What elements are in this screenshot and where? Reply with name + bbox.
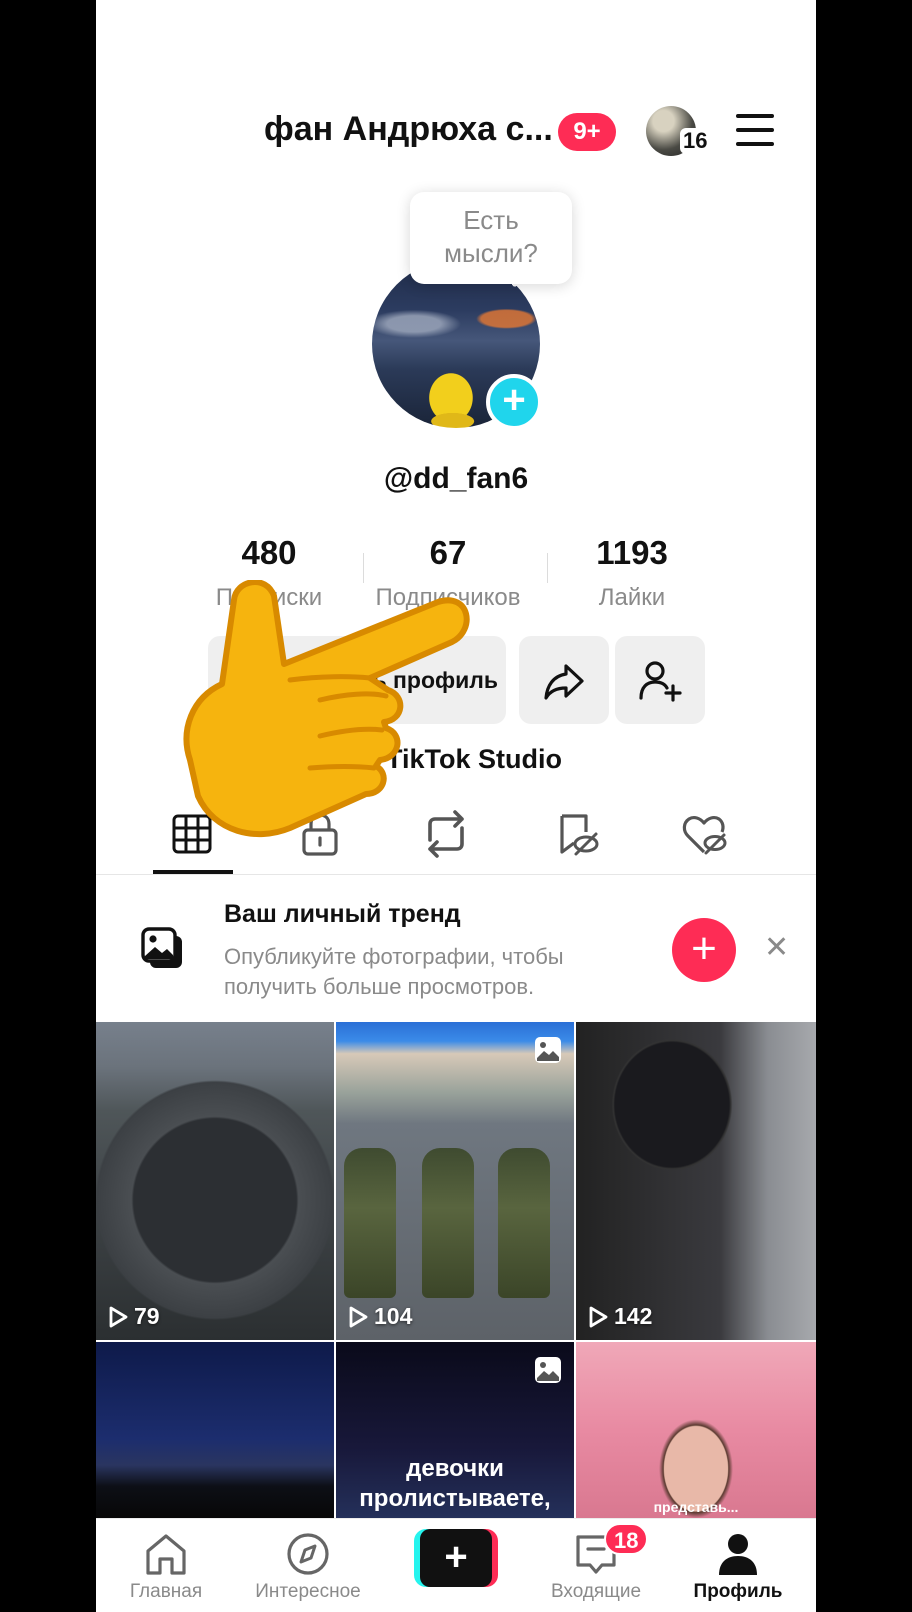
- soldier-figure: [422, 1148, 474, 1298]
- video-thumbnail[interactable]: 79: [96, 1022, 334, 1340]
- promo-description: Опубликуйте фотографии, чтобы получить б…: [224, 944, 564, 999]
- nav-home-label: Главная: [129, 1581, 203, 1602]
- view-count: 142: [588, 1303, 652, 1330]
- profile-name-title[interactable]: фан Андрюха с...: [264, 110, 553, 149]
- following-count: 480: [241, 534, 297, 571]
- view-count-value: 104: [374, 1303, 413, 1329]
- home-icon: [146, 1534, 186, 1575]
- photos-icon: [140, 926, 186, 977]
- share-profile-button[interactable]: [519, 636, 609, 724]
- bottom-navigation: Главная Интересное + Входящие 18 Профиль: [96, 1518, 816, 1612]
- add-user-icon: [639, 661, 682, 702]
- likes-count: 1193: [596, 534, 668, 571]
- play-icon: [589, 1306, 608, 1327]
- video-thumbnail[interactable]: девочки пролистываете,: [336, 1342, 574, 1518]
- thumbnail-caption-line2: пролистываете,: [359, 1485, 551, 1512]
- photo-post-icon: [534, 1036, 562, 1069]
- nav-inbox-label: Входящие: [550, 1581, 642, 1602]
- video-thumbnail[interactable]: 142: [576, 1022, 816, 1340]
- profile-icon: [719, 1534, 757, 1575]
- likes-stat[interactable]: 1193 Лайки: [542, 534, 722, 612]
- view-count-value: 79: [134, 1303, 160, 1329]
- add-friends-button[interactable]: [615, 636, 705, 724]
- play-icon: [109, 1306, 128, 1327]
- nav-explore[interactable]: Интересное: [238, 1531, 378, 1603]
- tab-favorites[interactable]: [552, 810, 600, 858]
- plus-icon: +: [420, 1529, 492, 1587]
- play-icon: [349, 1306, 368, 1327]
- heart-hidden-icon: [682, 816, 727, 855]
- soldier-figure: [498, 1148, 550, 1298]
- share-arrow-icon: [544, 664, 584, 700]
- add-story-plus-icon[interactable]: +: [486, 374, 542, 430]
- followers-count: 67: [429, 534, 467, 571]
- nav-inbox[interactable]: Входящие 18: [526, 1523, 666, 1603]
- tabs-divider: [96, 874, 816, 875]
- nav-home[interactable]: Главная: [96, 1531, 236, 1603]
- video-thumbnail[interactable]: представь...: [576, 1342, 816, 1518]
- likes-label: Лайки: [598, 584, 666, 611]
- note-bubble-line2: мысли?: [444, 238, 538, 268]
- thumbnail-caption: представь...: [653, 1499, 739, 1515]
- photo-post-icon: [534, 1356, 562, 1389]
- nav-explore-label: Интересное: [255, 1581, 361, 1602]
- thumbnail-caption-line1: девочки: [406, 1455, 504, 1482]
- profile-screen: фан Андрюха с... 9+ 16 Есть мысли? + @dd…: [96, 0, 816, 1612]
- view-count: 79: [108, 1303, 160, 1330]
- note-bubble-line1: Есть: [463, 205, 519, 235]
- inbox-badge: 18: [604, 1523, 649, 1555]
- create-post-button[interactable]: +: [414, 1529, 498, 1587]
- account-count-badge: 16: [680, 128, 711, 154]
- pointing-hand-emoji: [170, 579, 480, 865]
- close-icon[interactable]: ✕: [764, 930, 789, 966]
- username: @dd_fan6: [383, 462, 529, 495]
- promo-add-button[interactable]: +: [672, 918, 736, 982]
- nav-profile-label: Профиль: [693, 1581, 783, 1602]
- notification-badge[interactable]: 9+: [558, 113, 616, 151]
- promo-title: Ваш личный тренд: [224, 900, 461, 928]
- nav-profile[interactable]: Профиль: [668, 1531, 808, 1603]
- tab-liked[interactable]: [680, 810, 728, 858]
- video-thumbnail[interactable]: [96, 1342, 334, 1518]
- video-thumbnail[interactable]: 104: [336, 1022, 574, 1340]
- bookmark-hidden-icon: [560, 814, 599, 856]
- view-count: 104: [348, 1303, 412, 1330]
- compass-icon: [287, 1533, 329, 1575]
- hamburger-menu-icon[interactable]: [736, 114, 776, 146]
- soldier-figure: [344, 1148, 396, 1298]
- note-bubble[interactable]: Есть мысли?: [410, 192, 572, 284]
- view-count-value: 142: [614, 1303, 653, 1329]
